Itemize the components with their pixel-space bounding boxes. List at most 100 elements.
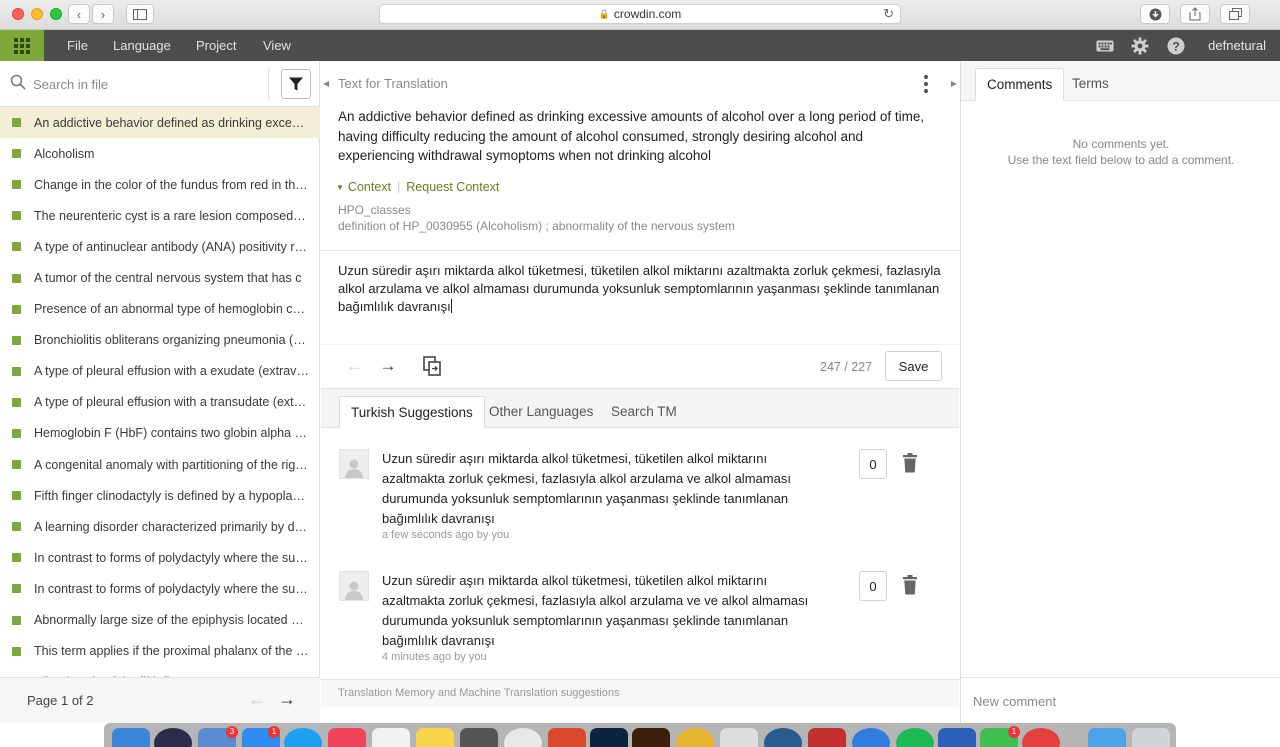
context-description: definition of HP_0030955 (Alcoholism) ; … xyxy=(338,219,735,233)
gear-icon[interactable] xyxy=(1130,36,1149,55)
copy-source-icon[interactable] xyxy=(421,355,443,377)
grid-icon xyxy=(14,37,30,54)
next-string-arrow-icon[interactable]: → xyxy=(377,355,399,377)
menu-view[interactable]: View xyxy=(263,30,291,61)
string-list-item[interactable]: A type of antinuclear antibody (ANA) pos… xyxy=(0,231,320,262)
help-icon[interactable]: ? xyxy=(1166,36,1185,55)
calendar-icon[interactable] xyxy=(372,728,410,747)
more-options-icon[interactable] xyxy=(919,75,933,93)
suggestion-meta: a few seconds ago by you xyxy=(382,529,510,541)
string-list-item[interactable]: A congenital anomaly with partitioning o… xyxy=(0,449,320,480)
string-list-item-text: Hemoglobin F (HbF) contains two globin a… xyxy=(34,426,309,441)
string-list-item[interactable]: Presence of an abnormal type of hemoglob… xyxy=(0,294,320,325)
translated-status-icon xyxy=(12,180,21,190)
vote-count[interactable]: 0 xyxy=(859,449,887,479)
search-input[interactable] xyxy=(33,73,263,95)
menu-project[interactable]: Project xyxy=(196,30,236,61)
string-list-item[interactable]: Bronchiolitis obliterans organizing pneu… xyxy=(0,325,320,356)
string-list-item-text: A tumor of the central nervous system th… xyxy=(34,271,302,286)
keyboard-icon[interactable] xyxy=(1095,36,1114,55)
source-section-title: Text for Translation xyxy=(338,76,448,91)
share-button[interactable] xyxy=(1180,4,1210,24)
menu-language[interactable]: Language xyxy=(113,30,171,61)
string-list-item-text: This term applies if the proximal phalan… xyxy=(34,644,309,659)
collapse-right-icon[interactable]: ▶ xyxy=(951,79,957,88)
forward-button[interactable]: › xyxy=(92,4,114,24)
minimize-window-button[interactable] xyxy=(31,8,43,20)
string-list-item[interactable]: Fifth finger clinodactyly is defined by … xyxy=(0,480,320,511)
string-list-item[interactable]: Alcoholism xyxy=(0,138,320,169)
tab-turkish-suggestions[interactable]: Turkish Suggestions xyxy=(339,396,485,429)
tab-terms[interactable]: Terms xyxy=(1061,68,1120,101)
string-list-item[interactable]: Clinodactyly of the fifth finger xyxy=(0,667,320,677)
sidebar-icon xyxy=(133,8,147,20)
safari-icon[interactable] xyxy=(852,728,890,747)
trash-icon[interactable] xyxy=(902,453,918,473)
string-list-item-text: A type of antinuclear antibody (ANA) pos… xyxy=(34,239,309,254)
string-list-item[interactable]: A type of pleural effusion with a transu… xyxy=(0,387,320,418)
string-list-item[interactable]: Change in the color of the fundus from r… xyxy=(0,169,320,200)
string-list-item[interactable]: A type of pleural effusion with a exudat… xyxy=(0,356,320,387)
tab-other-languages[interactable]: Other Languages xyxy=(478,396,604,429)
collapse-left-icon[interactable]: ◀ xyxy=(323,79,329,88)
string-list-item[interactable]: The neurenteric cyst is a rare lesion co… xyxy=(0,200,320,231)
tabs-overview-button[interactable] xyxy=(1220,4,1250,24)
suggestion-item[interactable]: Uzun süredir aşırı miktarda alkol tüketm… xyxy=(321,571,959,693)
acrobat-icon[interactable] xyxy=(808,728,846,747)
string-list-item-text: A learning disorder characterized primar… xyxy=(34,519,309,534)
illustrator-icon[interactable] xyxy=(632,728,670,747)
source-text: An addictive behavior defined as drinkin… xyxy=(338,109,925,163)
skype-icon[interactable] xyxy=(284,728,322,747)
notes-icon[interactable] xyxy=(416,728,454,747)
string-list-item-text: Alcoholism xyxy=(34,146,95,161)
close-window-button[interactable] xyxy=(12,8,24,20)
chrome-icon[interactable] xyxy=(676,728,714,747)
finder-icon[interactable] xyxy=(112,728,150,747)
string-list-item[interactable]: Abnormally large size of the epiphysis l… xyxy=(0,605,320,636)
downloads-folder-icon[interactable] xyxy=(1088,728,1126,747)
prev-page-arrow-icon[interactable]: ← xyxy=(248,689,266,710)
tab-search-tm[interactable]: Search TM xyxy=(600,396,688,429)
trash-icon[interactable] xyxy=(902,575,918,595)
zoom-window-button[interactable] xyxy=(50,8,62,20)
string-list-item[interactable]: In contrast to forms of polydactyly wher… xyxy=(0,542,320,573)
next-page-arrow-icon[interactable]: → xyxy=(278,689,296,710)
spotify-icon[interactable] xyxy=(896,728,934,747)
string-list-item[interactable]: A learning disorder characterized primar… xyxy=(0,511,320,542)
back-button[interactable]: ‹ xyxy=(68,4,90,24)
address-bar[interactable]: 🔒 crowdin.com ↻ xyxy=(379,4,901,24)
prev-string-arrow-icon[interactable]: ← xyxy=(343,355,365,377)
tab-comments[interactable]: Comments xyxy=(975,68,1065,101)
app-icon[interactable] xyxy=(548,728,586,747)
filter-button[interactable] xyxy=(281,69,311,99)
app-icon[interactable] xyxy=(764,728,802,747)
downloads-button[interactable] xyxy=(1140,4,1170,24)
translated-status-icon xyxy=(12,366,21,376)
username[interactable]: defnetural xyxy=(1208,30,1266,61)
string-list-item[interactable]: An addictive behavior defined as drinkin… xyxy=(0,107,320,139)
string-list-item[interactable]: In contrast to forms of polydactyly wher… xyxy=(0,573,320,604)
new-comment-input[interactable] xyxy=(973,690,1253,712)
menu-file[interactable]: File xyxy=(67,30,88,61)
suggestion-item[interactable]: Uzun süredir aşırı miktarda alkol tüketm… xyxy=(321,449,959,571)
sidebar-toggle-button[interactable] xyxy=(126,4,154,24)
string-list-item[interactable]: A tumor of the central nervous system th… xyxy=(0,262,320,293)
reload-icon[interactable]: ↻ xyxy=(883,6,894,22)
system-preferences-icon[interactable] xyxy=(460,728,498,747)
music-icon[interactable] xyxy=(328,728,366,747)
word-icon[interactable] xyxy=(938,728,976,747)
string-list-item[interactable]: This term applies if the proximal phalan… xyxy=(0,636,320,667)
context-toggle[interactable]: Context xyxy=(348,180,391,194)
launchpad-icon[interactable] xyxy=(154,728,192,747)
photos-icon[interactable] xyxy=(504,728,542,747)
save-button[interactable]: Save xyxy=(885,351,942,381)
app-icon[interactable] xyxy=(1022,728,1060,747)
apps-grid-button[interactable] xyxy=(0,30,44,61)
trash-icon[interactable] xyxy=(1132,728,1170,747)
photoshop-icon[interactable] xyxy=(590,728,628,747)
vote-count[interactable]: 0 xyxy=(859,571,887,601)
app-icon[interactable] xyxy=(720,728,758,747)
translation-textarea[interactable]: Uzun süredir aşırı miktarda alkol tüketm… xyxy=(338,262,948,316)
string-list-item[interactable]: Hemoglobin F (HbF) contains two globin a… xyxy=(0,418,320,449)
request-context-link[interactable]: Request Context xyxy=(406,180,499,194)
